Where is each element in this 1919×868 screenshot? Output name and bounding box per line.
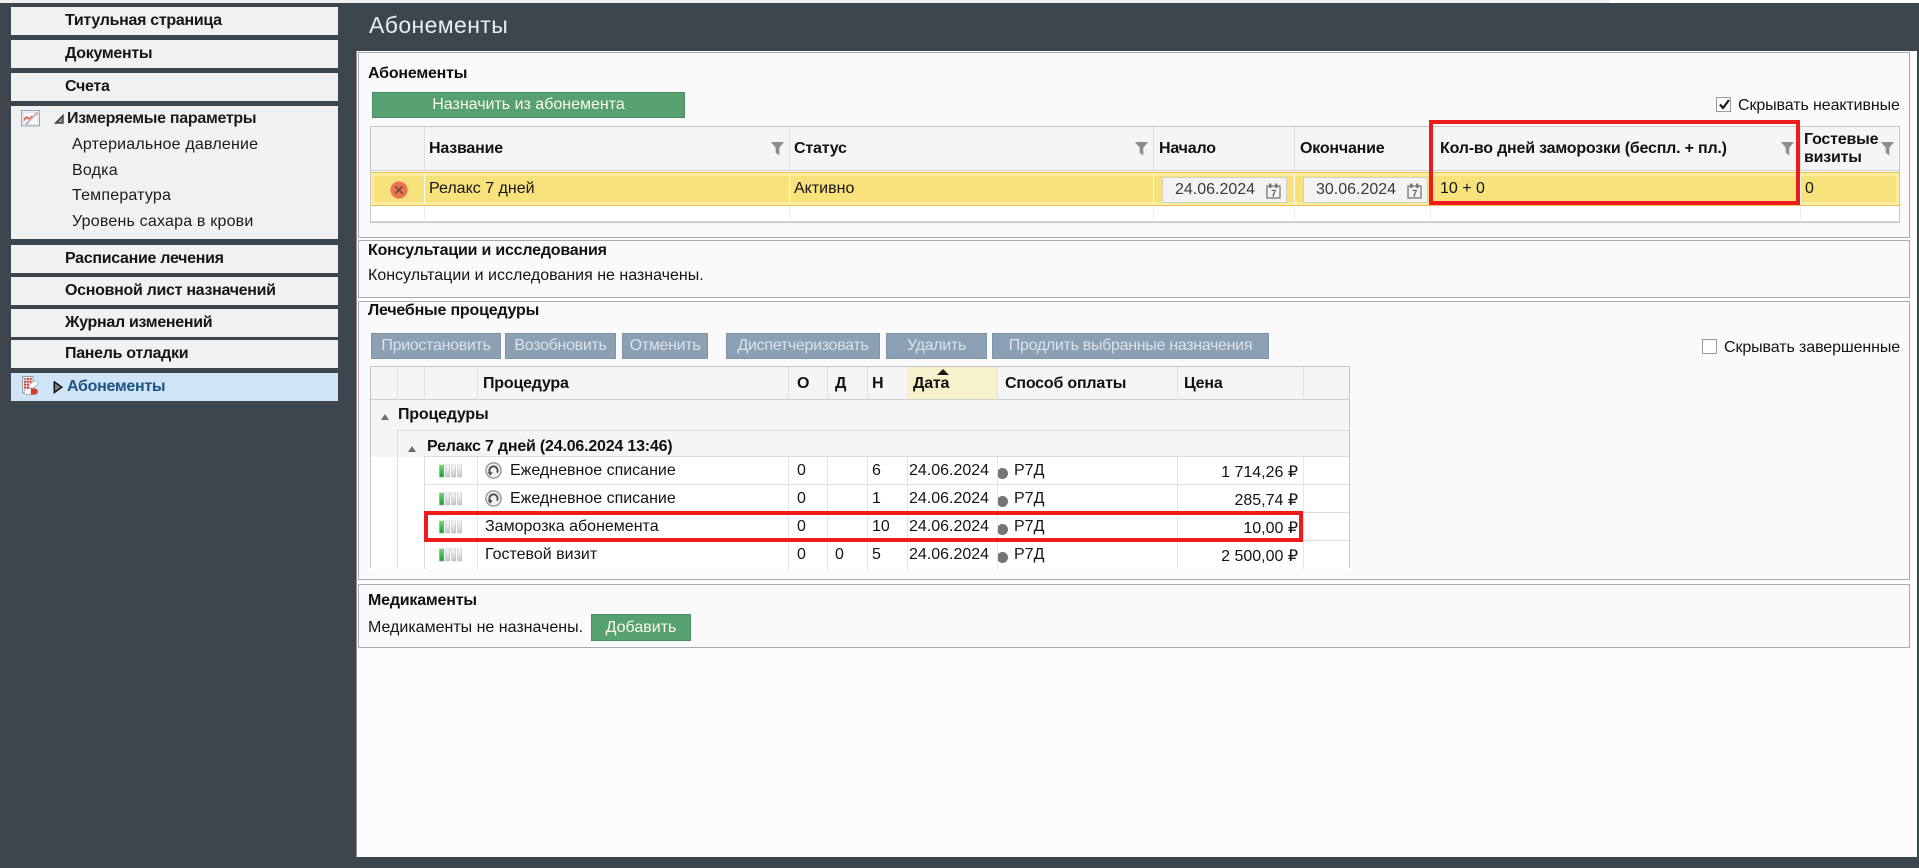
svg-text:7: 7 xyxy=(1271,189,1276,199)
svg-text:7: 7 xyxy=(1412,189,1417,199)
